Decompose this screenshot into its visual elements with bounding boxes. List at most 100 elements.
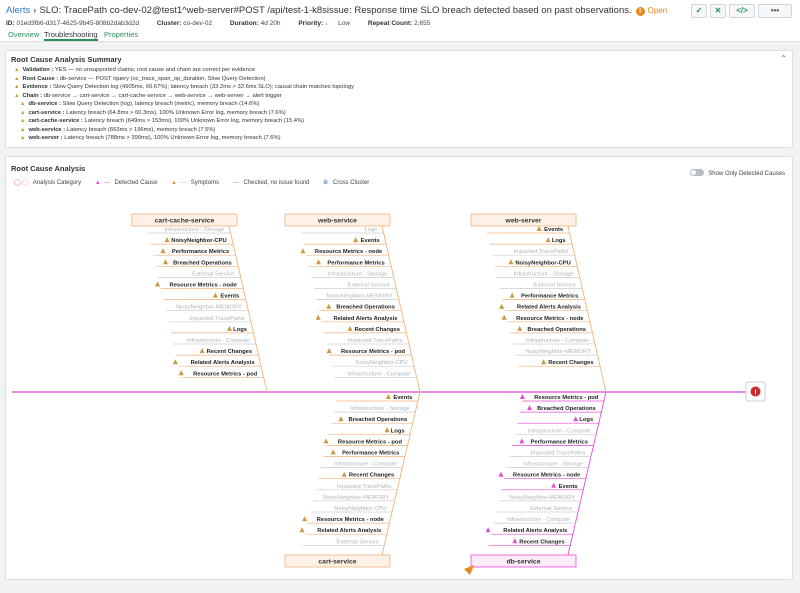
cause-item[interactable]: Related Alerts Analysis <box>503 528 567 534</box>
dismiss-button[interactable]: ✕ <box>710 4 726 18</box>
cause-item[interactable]: NoisyNeighbor-CPU <box>171 238 226 244</box>
cause-item[interactable]: Infrastructure - Storage <box>514 271 574 277</box>
chevron-up-icon[interactable]: ⌃ <box>780 54 787 63</box>
summary-text: Slow Query Detection (log), latency brea… <box>61 101 260 107</box>
cause-item[interactable]: Related Alerts Analysis <box>333 316 397 322</box>
cause-item[interactable]: Infrastructure - Storage <box>350 406 410 412</box>
cause-item[interactable]: Recent Changes <box>355 327 400 333</box>
cause-item[interactable]: Impacted TracePaths <box>190 316 245 322</box>
summary-line: ▲ cart-service : Latency breach (64.8ms >… <box>20 110 286 116</box>
cause-item[interactable]: External Service <box>337 539 379 545</box>
cause-item[interactable]: External Service <box>530 506 572 512</box>
cause-item[interactable]: Related Alerts Analysis <box>191 360 255 366</box>
cause-item[interactable]: Resource Metrics - node <box>170 283 238 289</box>
summary-text: Latency breach (64.8ms > 60.3ms), 100% U… <box>64 109 286 116</box>
cause-item[interactable]: Events <box>361 238 380 244</box>
cause-item[interactable]: Events <box>544 227 563 233</box>
cause-item[interactable]: NoisyNeighbor-MEMORY <box>176 305 242 311</box>
cause-item[interactable]: Breached Operations <box>173 260 232 266</box>
cause-item[interactable]: Logs <box>391 428 405 434</box>
cause-item[interactable]: Resource Metrics - pod <box>193 371 258 377</box>
cause-item[interactable]: Logs <box>233 327 247 333</box>
bell-icon <box>485 527 491 533</box>
cause-item[interactable]: Resource Metrics - node <box>315 249 383 255</box>
bell-icon <box>545 237 551 243</box>
bell-icon: ▲ <box>14 92 20 99</box>
cause-item[interactable]: NoisyNeighbor-CPU <box>515 260 570 266</box>
cause-item[interactable]: Events <box>559 484 578 490</box>
branch-header-label: cart-cache-service <box>155 218 215 225</box>
cause-item[interactable]: Performance Metrics <box>327 260 384 266</box>
cause-item[interactable]: NoisyNeighbor-CPU <box>334 506 386 512</box>
code-button[interactable]: </> <box>729 4 755 18</box>
cause-item[interactable]: Breached Operations <box>527 327 586 333</box>
cause-item[interactable]: Related Alerts Analysis <box>517 305 581 311</box>
acknowledge-button[interactable]: ✓ <box>691 4 707 18</box>
cause-item[interactable]: Logs <box>579 417 593 423</box>
breadcrumb-alerts-link[interactable]: Alerts <box>6 5 30 16</box>
cause-item[interactable]: Events <box>220 294 239 300</box>
cause-item[interactable]: Recent Changes <box>349 473 394 479</box>
cause-item[interactable]: Resource Metrics - node <box>516 316 584 322</box>
cause-item[interactable]: Infrastructure - Compute <box>507 517 570 523</box>
cause-item[interactable]: Logs <box>552 238 566 244</box>
cause-item[interactable]: Impacted TracePaths <box>337 484 392 490</box>
summary-label: cart-cache-service : <box>28 118 83 124</box>
cause-item[interactable]: Recent Changes <box>548 360 593 366</box>
cause-item[interactable]: Impacted TracePaths <box>513 249 568 255</box>
bell-icon <box>160 248 166 254</box>
cause-item[interactable]: Performance Metrics <box>342 451 399 457</box>
tab-properties[interactable]: Properties <box>104 30 138 41</box>
cause-item[interactable]: Resource Metrics - pod <box>338 439 403 445</box>
tab-troubleshooting[interactable]: Troubleshooting <box>44 30 98 41</box>
bell-icon: ▲ <box>20 109 26 116</box>
cause-item[interactable]: Impacted TracePaths <box>531 451 586 457</box>
cause-item[interactable]: NoisyNeighbor-MEMORY <box>525 349 591 355</box>
bell-icon <box>384 427 390 433</box>
cause-item[interactable]: Resource Metrics - node <box>513 473 581 479</box>
cause-item[interactable]: Performance Metrics <box>172 249 229 255</box>
cause-item[interactable]: Infrastructure - Compute <box>347 371 410 377</box>
cause-item[interactable]: Resource Metrics - pod <box>341 349 406 355</box>
tab-overview[interactable]: Overview <box>8 30 39 41</box>
cause-item[interactable]: Breached Operations <box>537 406 596 412</box>
cause-item[interactable]: External Service <box>348 283 390 289</box>
cause-item[interactable]: Infrastructure - Storage <box>165 227 225 233</box>
cause-item[interactable]: Resource Metrics - pod <box>534 395 599 401</box>
cause-item[interactable]: Breached Operations <box>336 305 395 311</box>
bell-icon <box>498 471 504 477</box>
cause-item[interactable]: Recent Changes <box>207 349 252 355</box>
bell-icon <box>501 314 507 320</box>
cause-item[interactable]: Logs <box>365 227 378 233</box>
bell-icon <box>323 438 329 444</box>
cause-item[interactable]: Performance Metrics <box>531 439 588 445</box>
cause-item[interactable]: NoisyNeighbor-CPU <box>355 360 407 366</box>
cause-item[interactable]: Performance Metrics <box>521 294 578 300</box>
cause-item[interactable]: Infrastructure - Compute <box>526 338 589 344</box>
cause-item[interactable]: Events <box>393 395 412 401</box>
fishbone-diagram: ! cart-cache-service Infrastructure - Stor… <box>12 213 766 575</box>
id-value: 01ed3fb6-d317-4625-9b45-808b2dab3d2d <box>16 20 140 27</box>
chevron-right-icon: › <box>33 5 37 16</box>
cause-item[interactable]: Related Alerts Analysis <box>317 528 381 534</box>
cause-item[interactable]: NoisyNeighbor-MEMORY <box>509 495 575 501</box>
cause-item[interactable]: External Service <box>534 283 576 289</box>
summary-label: web-server : <box>28 135 63 141</box>
cause-item[interactable]: Breached Operations <box>349 417 408 423</box>
cause-item[interactable]: External Service <box>192 271 234 277</box>
bell-icon <box>315 314 321 320</box>
cause-item[interactable]: Infrastructure - Storage <box>523 462 583 468</box>
summary-text: db-service — POST /query (oc_trace_span_… <box>58 75 266 82</box>
bell-icon <box>302 516 308 522</box>
summary-text: Latency breach (788ms > 390ms), 100% Unk… <box>62 135 281 141</box>
cause-item[interactable]: Infrastructure - Storage <box>328 271 388 277</box>
cause-item[interactable]: Infrastructure - Compute <box>334 462 397 468</box>
cause-item[interactable]: Impacted TracePaths <box>348 338 403 344</box>
cause-item[interactable]: Resource Metrics - node <box>317 517 385 523</box>
more-actions-button[interactable]: ••• <box>758 4 792 18</box>
cause-item[interactable]: Infrastructure - Compute <box>528 428 591 434</box>
cause-item[interactable]: Recent Changes <box>519 539 564 545</box>
cause-item[interactable]: NoisyNeighbor-MEMORY <box>323 495 389 501</box>
cause-item[interactable]: NoisyNeighbor-MEMORY <box>326 294 392 300</box>
cause-item[interactable]: Infrastructure - Compute <box>187 338 250 344</box>
